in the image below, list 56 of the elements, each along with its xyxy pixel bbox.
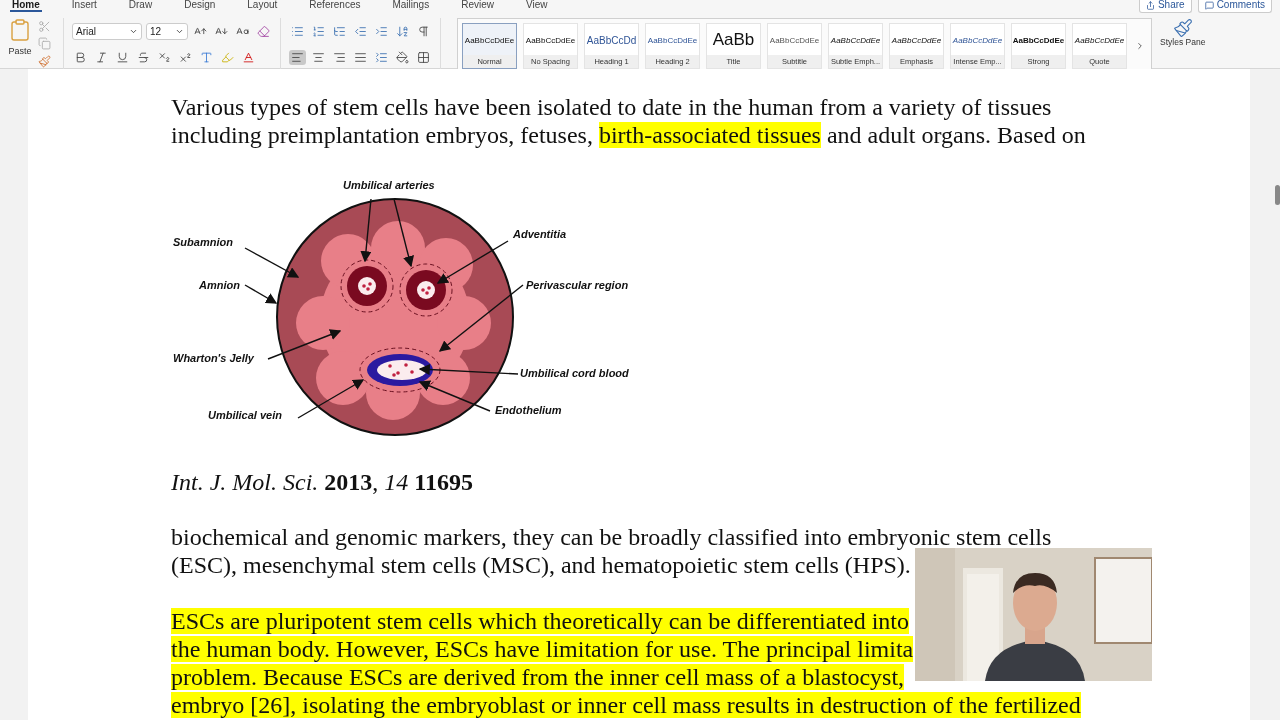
style-preview: AaBbCcDdEe bbox=[830, 34, 881, 47]
arrow bbox=[244, 284, 278, 304]
ribbon-tab[interactable]: Mailings bbox=[390, 0, 432, 12]
paragraph: biochemical and genomic markers, they can be broadly classified into embryonic stem cells (ESC), mesenchymal stem cells (MSC), and hematopoietic stem cells (HPS). bbox=[171, 523, 1052, 579]
style-preview: AaBbCcDdEe bbox=[647, 34, 698, 47]
diagram-label: Umbilical cord blood bbox=[520, 367, 629, 379]
diagram-label: Perivascular region bbox=[526, 279, 629, 291]
diagram-label: Umbilical arteries bbox=[343, 179, 435, 191]
style-preview: AaBbCcDdEe bbox=[1012, 34, 1065, 47]
format-painter-icon[interactable] bbox=[36, 53, 53, 69]
ribbon-tab[interactable]: View bbox=[523, 0, 550, 12]
arrow bbox=[297, 379, 365, 419]
paste-button[interactable]: Paste bbox=[8, 18, 32, 70]
style-preview: AaBbCcDdEe bbox=[464, 34, 515, 47]
share-button[interactable]: Share bbox=[1138, 0, 1192, 13]
comments-button[interactable]: Comments bbox=[1197, 0, 1272, 13]
diagram-label: Umbilical vein bbox=[208, 409, 282, 421]
style-preview: AaBbCcDdEe bbox=[1074, 34, 1125, 47]
style-preview: AaBbCcDd bbox=[586, 33, 637, 48]
diagram-label: Amnion bbox=[199, 279, 240, 291]
comment-icon bbox=[1204, 0, 1214, 10]
arrow bbox=[360, 198, 372, 263]
arrow bbox=[244, 247, 300, 278]
style-preview: AaBbCcDdEe bbox=[769, 34, 820, 47]
diagram-label: Adventitia bbox=[513, 228, 567, 240]
styles-pane-button[interactable]: Styles Pane bbox=[1160, 18, 1206, 47]
line-spacing-icon[interactable] bbox=[373, 49, 390, 65]
shading-icon[interactable] bbox=[394, 49, 411, 65]
ribbon-tab[interactable]: Home bbox=[10, 0, 42, 12]
clear-formatting-icon[interactable] bbox=[255, 24, 272, 39]
clipboard-icon bbox=[8, 18, 32, 42]
ribbon-tab[interactable]: References bbox=[307, 0, 363, 12]
style-preview: AaBb bbox=[712, 29, 755, 51]
share-icon bbox=[1145, 0, 1155, 10]
diagram-label: Endothelium bbox=[495, 404, 562, 416]
citation: Int. J. Mol. Sci. 2013, 14 11695 bbox=[171, 468, 473, 496]
ribbon-tab[interactable]: Draw bbox=[126, 0, 155, 12]
font-size-field[interactable]: 12 bbox=[146, 23, 188, 40]
diagram-label: Wharton's Jelly bbox=[173, 352, 254, 364]
borders-icon[interactable] bbox=[415, 49, 432, 65]
style-preview: AaBbCcDdEe bbox=[891, 34, 942, 47]
paintbrush-icon bbox=[1172, 18, 1193, 38]
chevron-down-icon bbox=[175, 27, 184, 36]
ribbon-tab[interactable]: Review bbox=[459, 0, 496, 12]
ribbon-tab[interactable]: Layout bbox=[245, 0, 280, 12]
ribbon-tab[interactable]: Insert bbox=[69, 0, 99, 12]
align-button[interactable] bbox=[289, 49, 306, 65]
style-preview: AaBbCcDdEe bbox=[525, 34, 576, 47]
arrow bbox=[393, 198, 414, 268]
chevron-down-icon bbox=[129, 27, 138, 36]
diagram-label: Subamnion bbox=[173, 236, 233, 248]
font-field[interactable]: Arial bbox=[72, 23, 142, 40]
scrollbar-thumb[interactable] bbox=[1275, 185, 1280, 205]
paragraph: Various types of stem cells have been isolated to date in the human from a variety of tissues including preimplantation embryos, fetuses, birth-associated tissues and adult organs. Based on bbox=[171, 93, 1086, 149]
ribbon-tab[interactable]: Design bbox=[182, 0, 218, 12]
style-preview: AaBbCcDdEe bbox=[952, 34, 1003, 47]
